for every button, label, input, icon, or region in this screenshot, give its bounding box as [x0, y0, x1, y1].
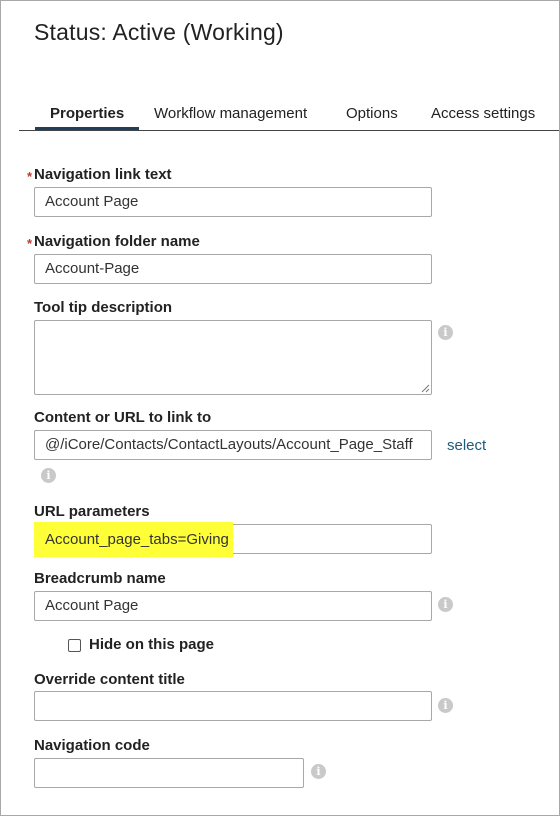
resize-grip-icon[interactable]	[421, 384, 430, 393]
active-tab-indicator	[35, 127, 139, 130]
override-content-title-label: Override content title	[34, 671, 185, 688]
nav-folder-name-input[interactable]: Account-Page	[34, 254, 432, 284]
hide-on-page-label[interactable]: Hide on this page	[89, 636, 214, 653]
tab-options[interactable]: Options	[346, 97, 398, 130]
page-title: Status: Active (Working)	[34, 19, 284, 45]
content-url-label: Content or URL to link to	[34, 409, 212, 426]
override-content-title-input[interactable]	[34, 691, 432, 721]
url-parameters-value: Account_page_tabs=Giving	[45, 531, 229, 548]
navigation-code-label: Navigation code	[34, 737, 150, 754]
content-url-input[interactable]: @/iCore/Contacts/ContactLayouts/Account_…	[34, 430, 432, 460]
properties-panel: Status: Active (Working) Properties Work…	[0, 0, 560, 816]
tab-properties[interactable]: Properties	[50, 97, 124, 130]
nav-link-text-value: Account Page	[45, 193, 139, 210]
nav-link-text-label: Navigation link text	[34, 166, 172, 183]
select-link[interactable]: select	[447, 437, 486, 454]
nav-link-text-input[interactable]: Account Page	[34, 187, 432, 217]
info-icon[interactable]: i	[438, 698, 453, 713]
content-url-value: @/iCore/Contacts/ContactLayouts/Account_…	[45, 436, 413, 453]
info-icon[interactable]: i	[41, 468, 56, 483]
info-icon[interactable]: i	[438, 597, 453, 612]
tooltip-description-textarea[interactable]	[34, 320, 432, 395]
url-parameters-label: URL parameters	[34, 503, 150, 520]
breadcrumb-name-value: Account Page	[45, 597, 139, 614]
required-marker: *	[27, 236, 33, 251]
tab-bar: Properties Workflow management Options A…	[19, 97, 559, 131]
info-icon[interactable]: i	[311, 764, 326, 779]
required-marker: *	[27, 169, 33, 184]
nav-folder-name-value: Account-Page	[45, 260, 140, 277]
tab-workflow-management[interactable]: Workflow management	[154, 97, 307, 130]
hide-on-page-checkbox[interactable]	[68, 639, 81, 652]
tab-access-settings[interactable]: Access settings	[431, 97, 535, 130]
nav-folder-name-label: Navigation folder name	[34, 233, 200, 250]
breadcrumb-name-input[interactable]: Account Page	[34, 591, 432, 621]
info-icon[interactable]: i	[438, 325, 453, 340]
tooltip-description-label: Tool tip description	[34, 299, 173, 316]
navigation-code-input[interactable]	[34, 758, 304, 788]
breadcrumb-name-label: Breadcrumb name	[34, 570, 166, 587]
